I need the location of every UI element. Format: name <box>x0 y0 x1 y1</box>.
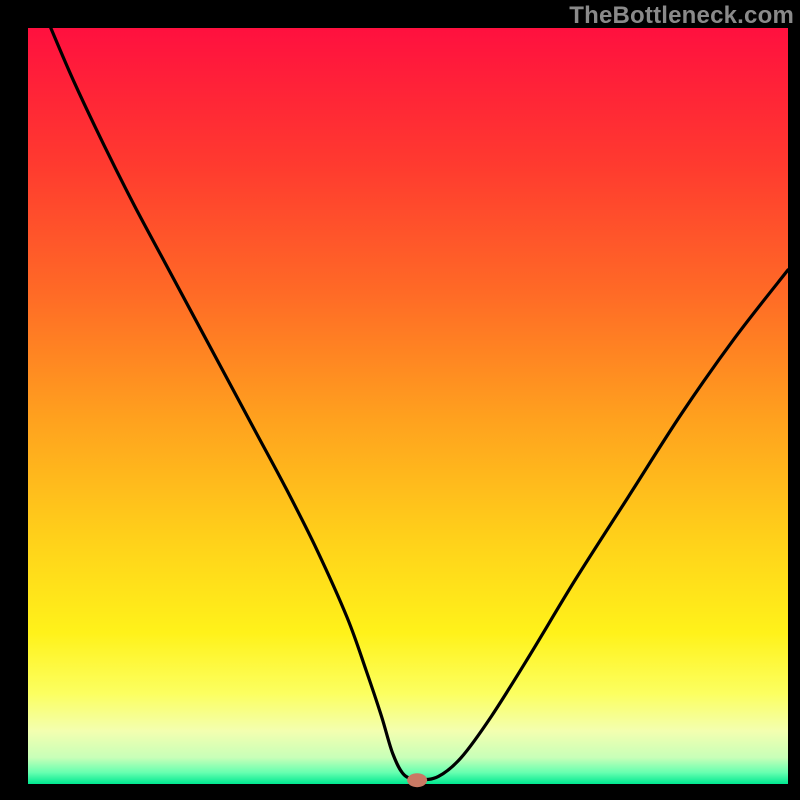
gradient-background <box>28 28 788 784</box>
watermark-text: TheBottleneck.com <box>569 2 794 30</box>
bottleneck-plot <box>0 0 800 800</box>
chart-container: TheBottleneck.com <box>0 0 800 800</box>
optimal-point-marker <box>407 773 427 787</box>
